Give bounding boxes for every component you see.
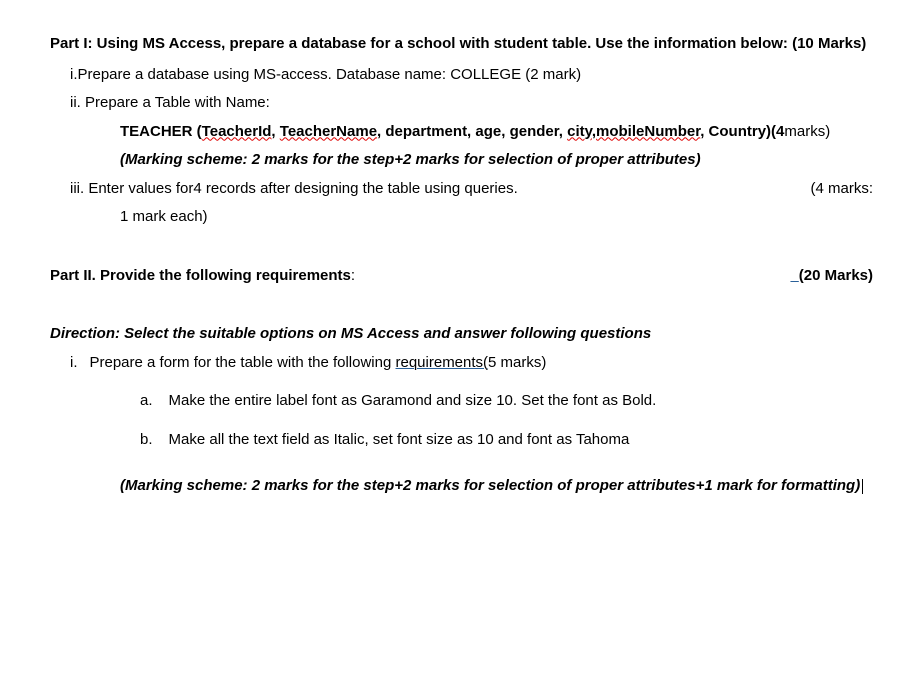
part2-heading-text: Part II. Provide the following requireme… bbox=[50, 267, 351, 284]
teacher-comma1: , bbox=[271, 123, 279, 140]
part2-scheme-text: (Marking scheme: 2 marks for the step+2 … bbox=[120, 477, 860, 494]
part1-heading: Part I: Using MS Access, prepare a datab… bbox=[50, 30, 873, 59]
part2-a-marker: a. bbox=[140, 387, 153, 416]
part2-sub-a: a. Make the entire label font as Garamon… bbox=[50, 387, 873, 416]
teacher-id: TeacherId bbox=[202, 123, 272, 140]
part2-b-text: Make all the text field as Italic, set f… bbox=[169, 426, 630, 455]
blue-tab-marker bbox=[790, 267, 798, 284]
teacher-comma4: , Country)(4 bbox=[700, 123, 784, 140]
part2-b-marker: b. bbox=[140, 426, 153, 455]
part2-i-requirements: requirements( bbox=[396, 354, 489, 371]
part2-heading-right: (20 Marks) bbox=[790, 262, 873, 291]
part2-i-marker: i. bbox=[70, 349, 78, 378]
part2-i-content: Prepare a form for the table with the fo… bbox=[90, 349, 874, 378]
part1-item-iii: iii. Enter values for4 records after des… bbox=[50, 175, 873, 204]
teacher-comma2: , department, age, gender, bbox=[377, 123, 567, 140]
part1-item-i: i.Prepare a database using MS-access. Da… bbox=[50, 61, 873, 90]
part2-item-i: i. Prepare a form for the table with the… bbox=[50, 349, 873, 378]
part2-heading-row: Part II. Provide the following requireme… bbox=[50, 262, 873, 291]
part2-i-text-b: 5 marks) bbox=[488, 354, 546, 371]
part2-a-text: Make the entire label font as Garamond a… bbox=[169, 387, 657, 416]
part2-i-text-a: Prepare a form for the table with the fo… bbox=[90, 354, 396, 371]
part1-teacher-line: TEACHER (TeacherId, TeacherName, departm… bbox=[50, 118, 873, 147]
teacher-lead: TEACHER ( bbox=[120, 123, 202, 140]
part1-iii-left: iii. Enter values for4 records after des… bbox=[70, 175, 518, 204]
part2-heading-left: Part II. Provide the following requireme… bbox=[50, 262, 355, 291]
part2-direction: Direction: Select the suitable options o… bbox=[50, 320, 873, 349]
part2-colon: : bbox=[351, 267, 355, 284]
part1-item-ii: ii. Prepare a Table with Name: bbox=[50, 89, 873, 118]
part2-scheme: (Marking scheme: 2 marks for the step+2 … bbox=[50, 472, 873, 501]
part1-scheme: (Marking scheme: 2 marks for the step+2 … bbox=[50, 146, 873, 175]
part1-iii-cont: 1 mark each) bbox=[50, 203, 873, 232]
teacher-city: city bbox=[567, 123, 592, 140]
part2-marks: (20 Marks) bbox=[799, 267, 873, 284]
text-cursor bbox=[862, 479, 863, 494]
teacher-name: TeacherName bbox=[280, 123, 377, 140]
teacher-marks-text: marks) bbox=[784, 123, 830, 140]
part2-sub-b: b. Make all the text field as Italic, se… bbox=[50, 426, 873, 455]
part1-iii-right: (4 marks: bbox=[810, 175, 873, 204]
teacher-mobile: mobileNumber bbox=[596, 123, 700, 140]
